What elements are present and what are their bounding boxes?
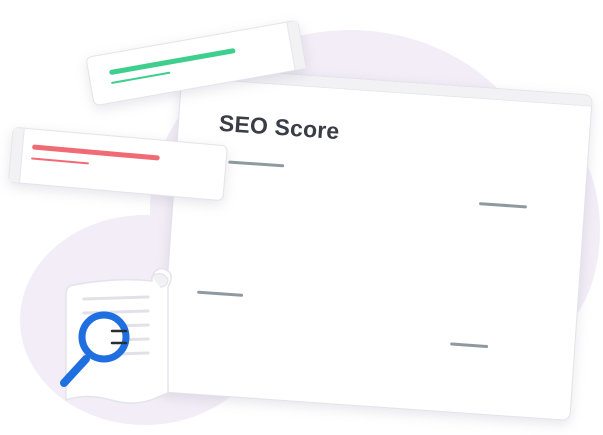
card-title: SEO Score <box>218 109 341 145</box>
placeholder-line <box>478 202 528 209</box>
placeholder-line <box>197 290 244 297</box>
document-icon <box>60 267 172 404</box>
good-score-subline <box>111 71 171 85</box>
card-edge <box>9 127 25 183</box>
good-score-bar <box>108 48 236 76</box>
card-edge <box>286 20 306 70</box>
bad-score-subline <box>31 157 90 165</box>
seo-score-card: SEO Score <box>159 66 593 421</box>
placeholder-line <box>228 160 285 168</box>
seo-illustration: SEO Score <box>0 0 603 435</box>
placeholder-line <box>450 342 489 349</box>
